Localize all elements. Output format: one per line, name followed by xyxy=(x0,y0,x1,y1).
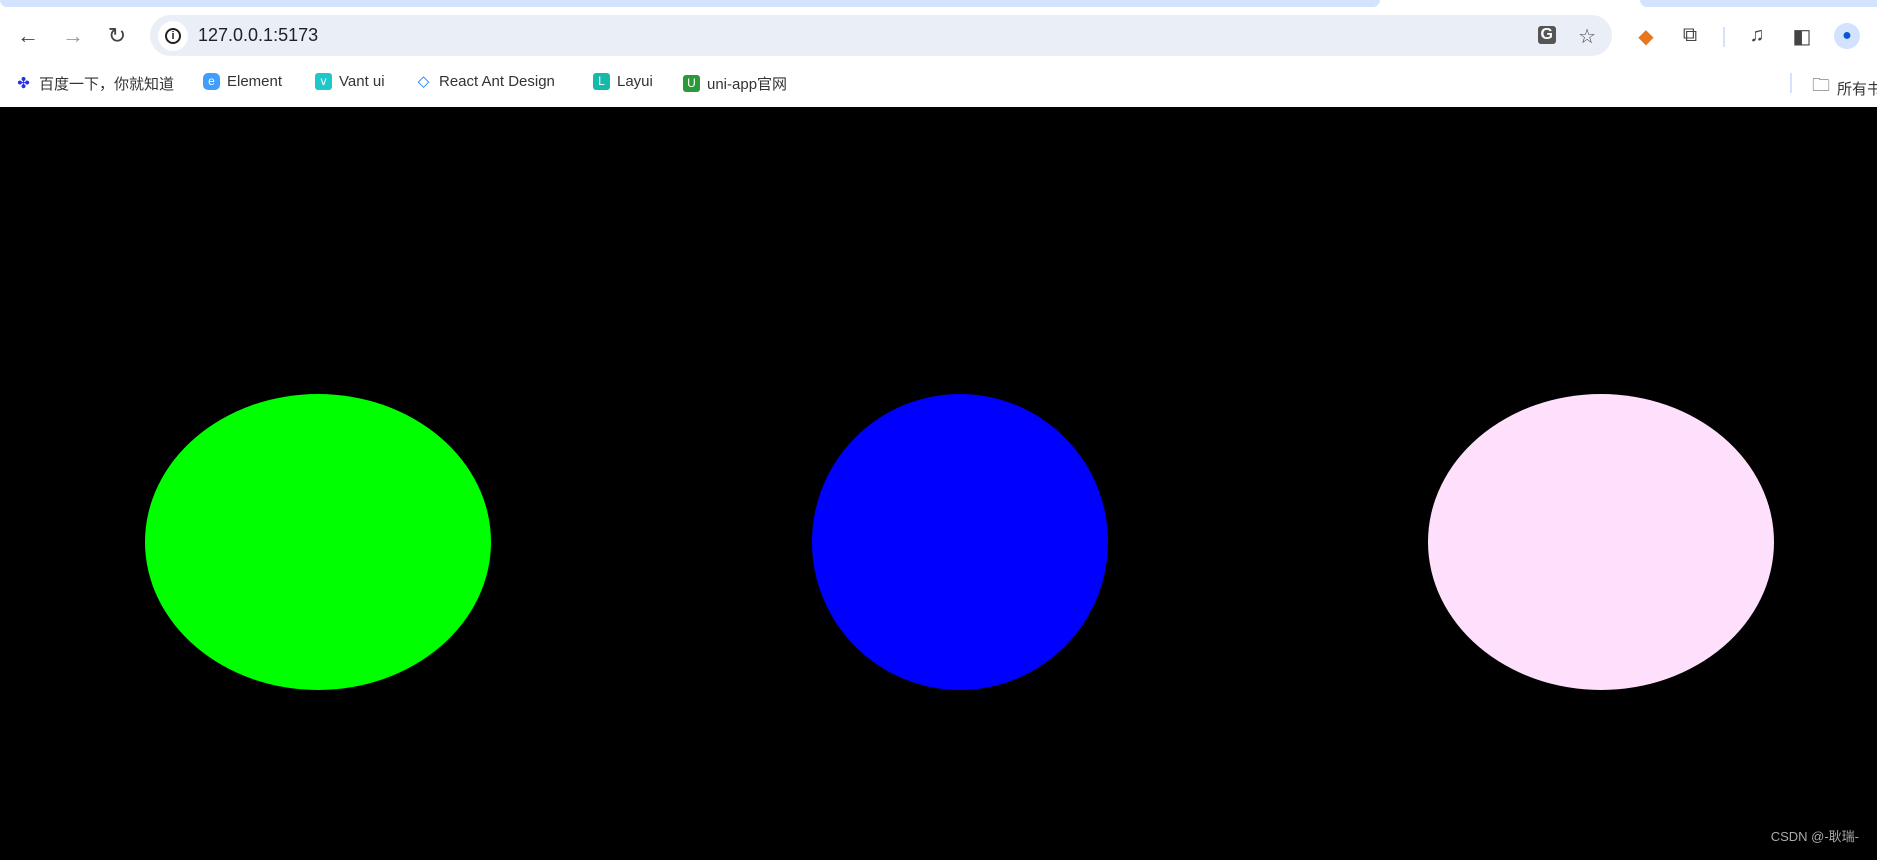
browser-toolbar: ← → ↻ i 127.0.0.1:5173 G ☆ ◆ ⧉ ♫ ◧ ● xyxy=(0,7,1877,60)
antd-icon: ◇ xyxy=(415,73,432,90)
page-canvas: CSDN @-耿瑞- xyxy=(0,107,1877,855)
bookmark-uniapp[interactable]: Uuni-app官网 xyxy=(683,73,787,94)
extensions-puzzle-icon[interactable]: ⧉ xyxy=(1677,24,1703,47)
bookmark-baidu[interactable]: ✤ 百度一下，你就知道 xyxy=(15,73,174,94)
tab[interactable] xyxy=(1640,0,1877,7)
bookmark-antd[interactable]: ◇ React Ant Design xyxy=(415,73,555,90)
element-icon: e xyxy=(203,73,220,90)
bookmark-layui[interactable]: L Layui xyxy=(593,73,653,90)
canvas-svg xyxy=(145,394,1774,690)
side-panel-icon[interactable]: ◧ xyxy=(1789,24,1815,49)
uniapp-icon: U xyxy=(683,75,700,92)
divider xyxy=(1723,27,1725,47)
metamask-fox-icon[interactable]: ◆ xyxy=(1633,24,1659,49)
all-bookmarks-button[interactable]: 🗀所有书签 xyxy=(1812,73,1877,103)
bookmark-vant[interactable]: v Vant ui xyxy=(315,73,385,90)
bookmarks-bar: ✤ 百度一下，你就知道 e Element v Vant ui ◇ React Ant … xyxy=(0,60,1877,107)
address-bar[interactable]: i 127.0.0.1:5173 G ☆ xyxy=(150,15,1612,56)
profile-avatar-icon[interactable]: ● xyxy=(1834,23,1860,49)
blue-circle xyxy=(812,394,1108,690)
reload-icon[interactable]: ↻ xyxy=(104,23,130,49)
pink-ellipse xyxy=(1428,394,1774,690)
active-tab[interactable] xyxy=(0,0,1380,7)
site-info-icon[interactable]: i xyxy=(158,21,188,51)
bookmark-element[interactable]: e Element xyxy=(203,73,282,90)
divider xyxy=(1790,73,1792,93)
media-queue-icon[interactable]: ♫ xyxy=(1744,24,1770,47)
watermark: CSDN @-耿瑞- xyxy=(1770,829,1859,844)
vant-icon: v xyxy=(315,73,332,90)
baidu-icon: ✤ xyxy=(15,75,32,92)
layui-icon: L xyxy=(593,73,610,90)
bookmark-star-icon[interactable]: ☆ xyxy=(1578,24,1596,49)
green-ellipse xyxy=(145,394,491,690)
translate-icon[interactable]: G xyxy=(1537,26,1556,44)
folder-icon: 🗀 xyxy=(1812,75,1830,95)
url-text[interactable]: 127.0.0.1:5173 xyxy=(198,25,318,46)
forward-icon[interactable]: → xyxy=(60,23,86,49)
back-icon[interactable]: ← xyxy=(15,23,41,49)
